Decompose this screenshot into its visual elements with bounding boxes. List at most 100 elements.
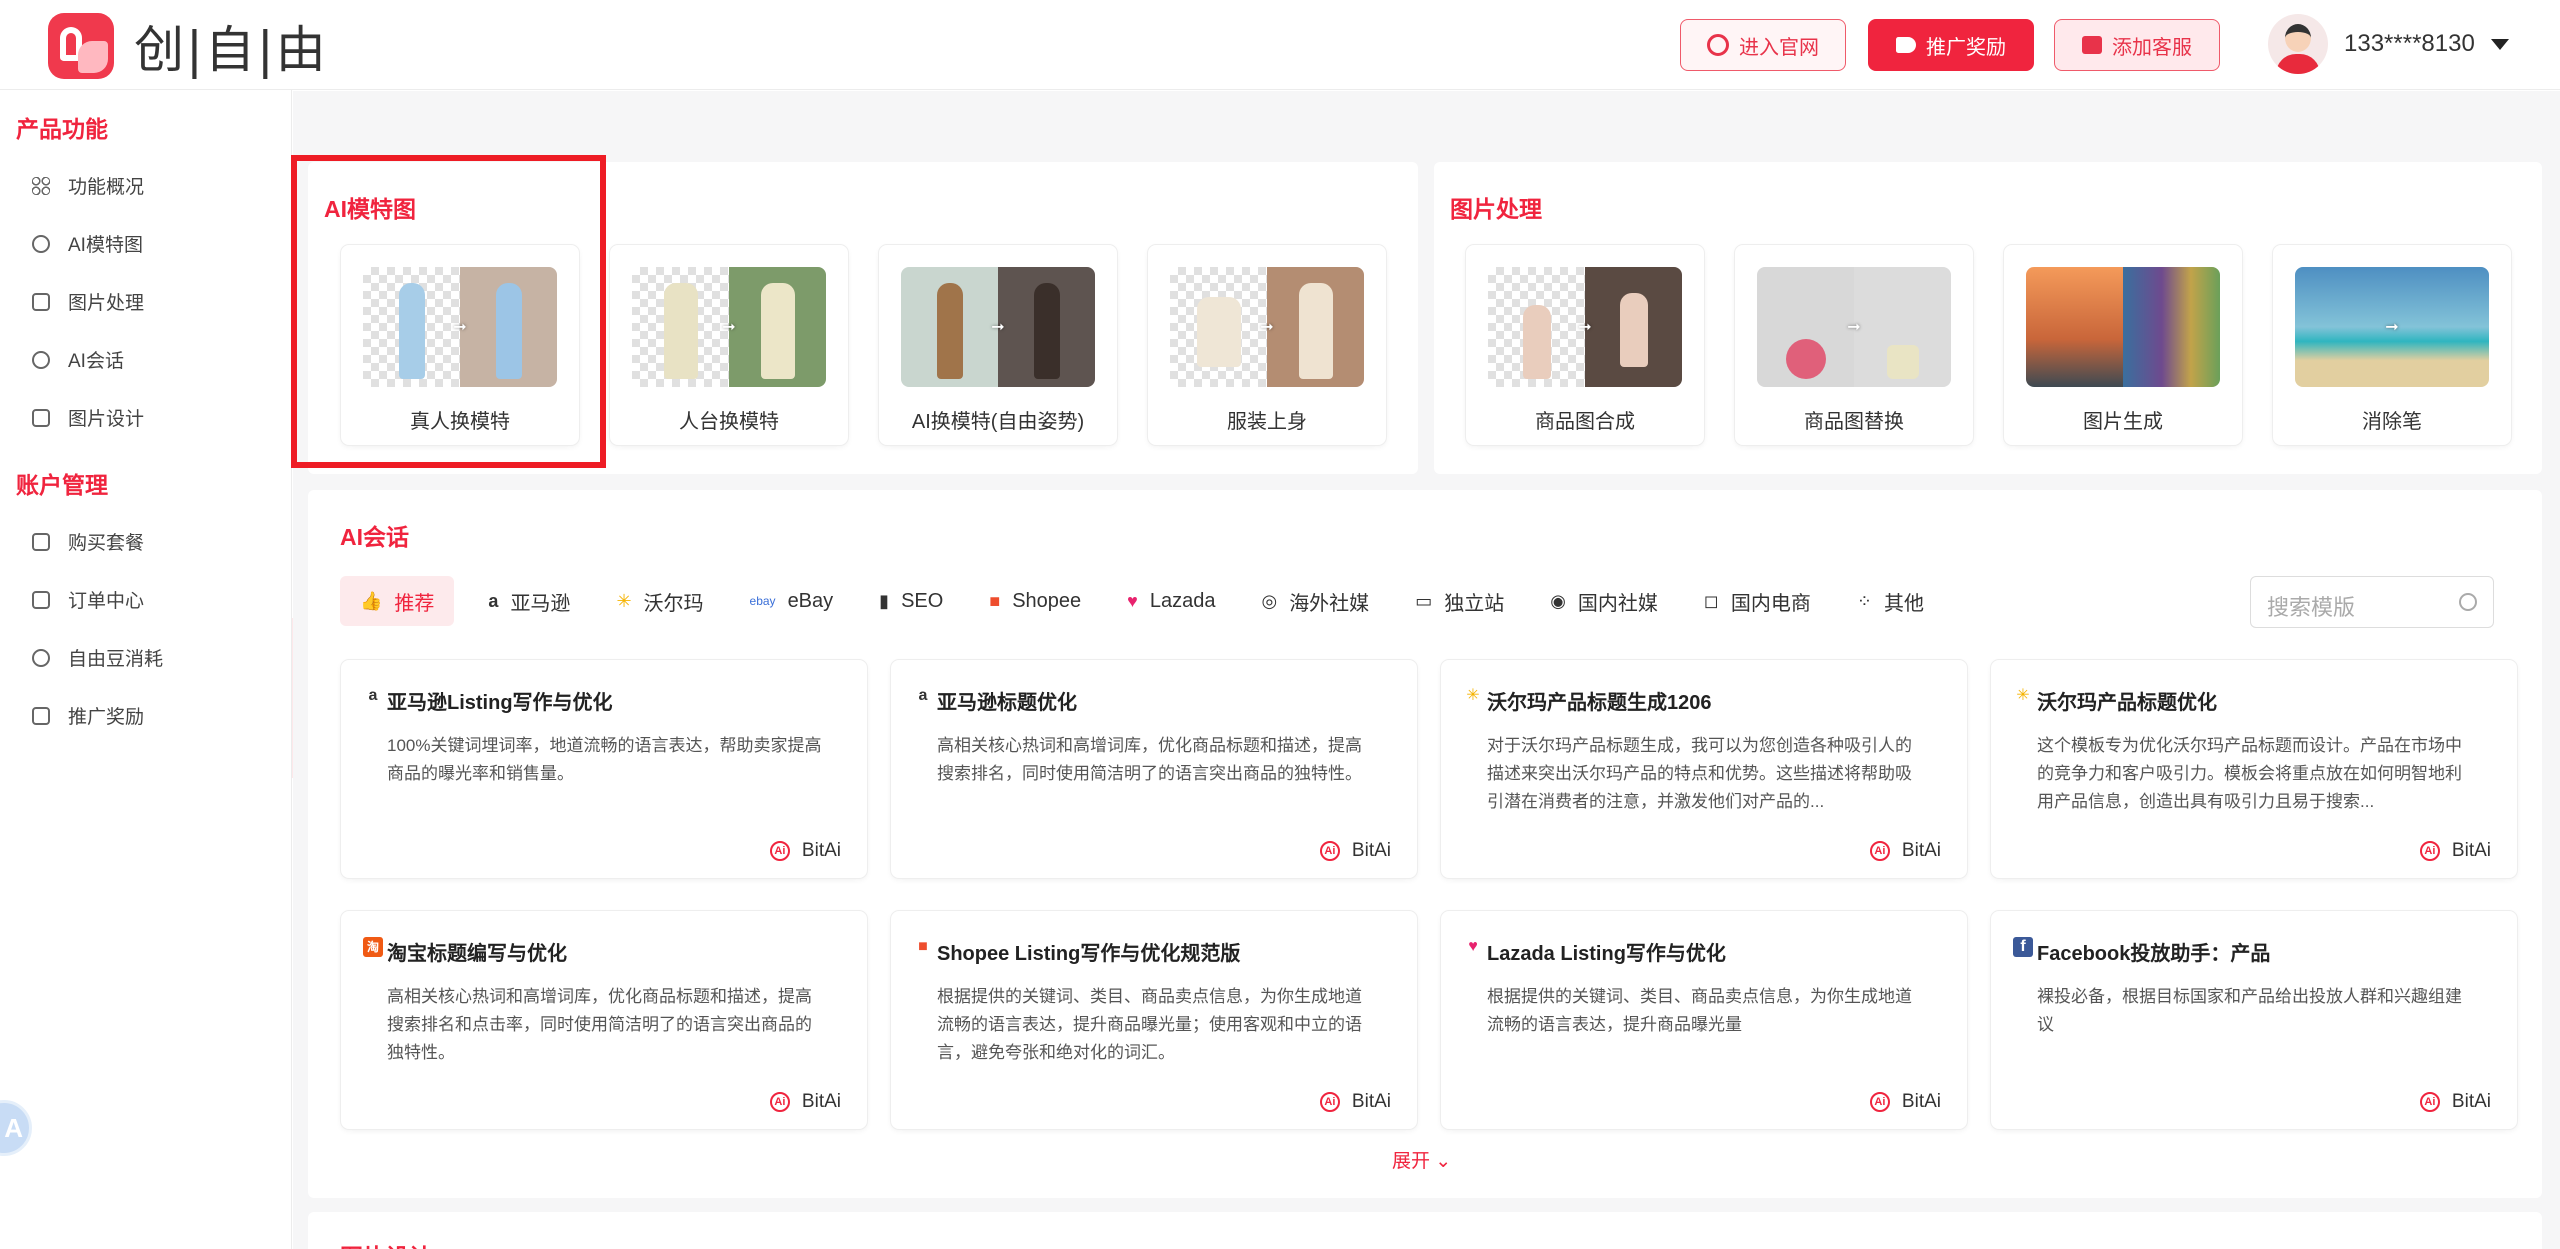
- ai-logo-icon: Ai: [1869, 841, 1890, 861]
- tab-walmart[interactable]: ✳ 沃尔玛: [616, 576, 703, 626]
- sidebar-item-orders[interactable]: 订单中心: [32, 586, 144, 613]
- card-clothing-try-on[interactable]: ➞ 服装上身: [1148, 245, 1386, 445]
- tab-label: 海外社媒: [1289, 592, 1370, 615]
- tab-independent-site[interactable]: ▭ 独立站: [1415, 576, 1504, 626]
- template-title: 沃尔玛产品标题优化: [2037, 692, 2217, 714]
- sidebar-item-buy-package[interactable]: 购买套餐: [32, 528, 144, 555]
- tab-other[interactable]: ⁘ 其他: [1857, 576, 1924, 626]
- template-desc: 高相关核心热词和高增词库，优化商品标题和描述，提高搜索排名和点击率，同时使用简洁…: [387, 987, 812, 1062]
- tab-label: 其他: [1883, 592, 1924, 615]
- template-brand: Ai BitAi: [769, 1091, 841, 1113]
- card-product-replace[interactable]: ➞ 商品图替换: [1735, 245, 1973, 445]
- tab-amazon[interactable]: a 亚马逊: [488, 576, 570, 626]
- template-card[interactable]: a 亚马逊Listing写作与优化 100%关键词埋词率，地道流畅的语言表达，帮…: [341, 660, 867, 878]
- sidebar-item-label: 购买套餐: [68, 533, 145, 554]
- sidebar-section-account: 账户管理: [16, 472, 108, 498]
- official-site-label: 进入官网: [1739, 36, 1819, 59]
- chevron-down-icon: [2490, 38, 2509, 50]
- sidebar-item-label: AI会话: [68, 351, 124, 372]
- template-card[interactable]: a 亚马逊标题优化 高相关核心热词和高增词库，优化商品标题和描述，提高搜索排名，…: [891, 660, 1417, 878]
- template-search-input[interactable]: 搜索模版: [2250, 576, 2494, 628]
- brand-logo[interactable]: 创|自|由: [48, 10, 328, 82]
- card-product-composite[interactable]: ➞ 商品图合成: [1466, 245, 1704, 445]
- tab-overseas-social[interactable]: ◎ 海外社媒: [1261, 576, 1369, 626]
- tab-seo[interactable]: ▮ SEO: [879, 576, 943, 626]
- tab-ebay[interactable]: ebay eBay: [750, 576, 834, 626]
- card-eraser[interactable]: ➞ 消除笔: [2273, 245, 2511, 445]
- megaphone-icon: [32, 706, 50, 725]
- sidebar-item-promotion[interactable]: 推广奖励: [32, 702, 144, 729]
- image-icon: [32, 292, 50, 311]
- gift-icon: [2082, 36, 2102, 54]
- brand-label: BitAi: [2451, 840, 2491, 861]
- sidebar-item-bean-usage[interactable]: 自由豆消耗: [32, 644, 163, 671]
- sidebar-item-label: 图片设计: [68, 409, 145, 430]
- template-card[interactable]: ♥ Lazada Listing写作与优化 根据提供的关键词、类目、商品卖点信息…: [1441, 911, 1967, 1129]
- tab-domestic-ecommerce[interactable]: ◻ 国内电商: [1704, 576, 1811, 626]
- globe-icon: [1707, 34, 1729, 56]
- tab-label: eBay: [787, 589, 834, 612]
- ai-logo-icon: Ai: [2419, 841, 2440, 861]
- ai-logo-icon: Ai: [1319, 841, 1340, 861]
- sidebar-item-label: AI模特图: [68, 235, 143, 256]
- brand-label: BitAi: [2451, 1091, 2491, 1112]
- template-card[interactable]: ■ Shopee Listing写作与优化规范版 根据提供的关键词、类目、商品卖…: [891, 911, 1417, 1129]
- sidebar-item-ai-model[interactable]: AI模特图: [32, 230, 143, 257]
- template-title: 亚马逊标题优化: [937, 692, 1077, 714]
- amazon-icon: a: [918, 687, 928, 704]
- add-support-button[interactable]: 添加客服: [2054, 19, 2220, 71]
- user-menu[interactable]: 133****8130: [2268, 14, 2509, 74]
- sidebar-item-label: 图片处理: [68, 293, 145, 314]
- template-brand: Ai BitAi: [2419, 840, 2491, 862]
- sidebar-item-ai-chat[interactable]: AI会话: [32, 346, 124, 373]
- template-card[interactable]: f Facebook投放助手：产品 裸投必备，根据目标国家和产品给出投放人群和兴…: [1991, 911, 2517, 1129]
- card-label: 人台换模特: [679, 411, 779, 433]
- tab-label: 推荐: [394, 592, 435, 615]
- template-brand: Ai BitAi: [1319, 840, 1391, 862]
- card-image-generation[interactable]: 图片生成: [2004, 245, 2242, 445]
- card-label: 商品图替换: [1804, 411, 1904, 433]
- tab-domestic-social[interactable]: ◉ 国内社媒: [1550, 576, 1658, 626]
- brand-label: BitAi: [801, 840, 841, 861]
- card-mannequin-model-swap[interactable]: ➞ 人台换模特: [610, 245, 848, 445]
- tab-shopee[interactable]: ■ Shopee: [989, 576, 1081, 626]
- image-design-panel: [308, 1212, 2542, 1249]
- arrow-right-icon: ➞: [1260, 319, 1274, 336]
- tab-recommend[interactable]: 👍 推荐: [340, 576, 455, 626]
- template-card[interactable]: ✳ 沃尔玛产品标题生成1206 对于沃尔玛产品标题生成，我可以为您创造各种吸引人…: [1441, 660, 1967, 878]
- sidebar-item-overview[interactable]: 功能概况: [32, 172, 144, 199]
- sidebar-item-image-processing[interactable]: 图片处理: [32, 288, 144, 315]
- order-icon: [32, 590, 50, 609]
- bar-chart-icon: ▮: [879, 590, 890, 611]
- tab-label: SEO: [901, 589, 944, 612]
- tab-label: 沃尔玛: [643, 592, 704, 615]
- template-desc: 这个模板专为优化沃尔玛产品标题而设计。产品在市场中的竞争力和客户吸引力。模板会将…: [2037, 736, 2462, 811]
- expand-button[interactable]: 展开 ⌄: [1392, 1146, 1451, 1173]
- card-ai-model-free-pose[interactable]: ➞ AI换模特(自由姿势): [879, 245, 1117, 445]
- ebay-icon: ebay: [749, 594, 776, 608]
- promotion-reward-button[interactable]: 推广奖励: [1868, 19, 2034, 71]
- search-icon: [2459, 593, 2477, 611]
- sidebar-item-image-design[interactable]: 图片设计: [32, 404, 144, 431]
- card-label: 消除笔: [2362, 411, 2422, 433]
- card-thumbnail: ➞: [1757, 267, 1951, 387]
- amazon-icon: a: [368, 687, 378, 704]
- logo-icon: [48, 13, 114, 79]
- template-desc: 根据提供的关键词、类目、商品卖点信息，为你生成地道流畅的语言表达，提升商品曝光量…: [937, 987, 1362, 1062]
- shopee-icon: ■: [989, 590, 1001, 611]
- template-title: 淘宝标题编写与优化: [387, 943, 567, 965]
- tab-label: 国内社媒: [1577, 592, 1658, 615]
- brand-label: BitAi: [1901, 840, 1941, 861]
- template-brand: Ai BitAi: [769, 840, 841, 862]
- grid-icon: [32, 176, 50, 195]
- template-card[interactable]: 淘 淘宝标题编写与优化 高相关核心热词和高增词库，优化商品标题和描述，提高搜索排…: [341, 911, 867, 1129]
- sidebar-section-product: 产品功能: [16, 116, 108, 142]
- chevron-down-icon: ⌄: [1435, 1151, 1452, 1172]
- amazon-icon: a: [488, 590, 499, 611]
- arrow-right-icon: ➞: [722, 319, 736, 336]
- template-card[interactable]: ✳ 沃尔玛产品标题优化 这个模板专为优化沃尔玛产品标题而设计。产品在市场中的竞争…: [1991, 660, 2517, 878]
- walmart-icon: ✳: [616, 590, 632, 611]
- official-site-button[interactable]: 进入官网: [1680, 19, 1846, 71]
- image-design-title: 图片设计: [340, 1238, 432, 1249]
- tab-lazada[interactable]: ♥ Lazada: [1127, 576, 1215, 626]
